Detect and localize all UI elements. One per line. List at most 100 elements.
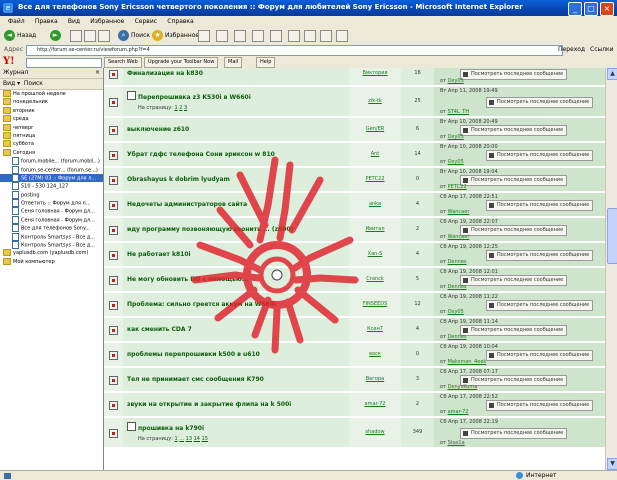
last-post-user-link[interactable]: Oxy05 [448,78,464,84]
sidebar-close-icon[interactable]: × [95,68,100,78]
sidebar-item-folder[interactable]: На прошлой неделе [0,90,103,98]
topic-title-link[interactable]: Не работает k810i [127,251,191,258]
sidebar-item-page[interactable]: Ответить :: Форум для л... [0,199,103,208]
sidebar-item-folder[interactable]: пятница [0,131,103,140]
sidebar-item-folder[interactable]: yaplusdb.com (yaplusdb.com) [0,249,103,257]
back-button[interactable]: ◄ Назад [4,29,36,42]
sidebar-item-page[interactable]: Контроль Smartsys - Все д... [0,241,103,250]
yahoo-search-web-button[interactable]: Search Web [104,57,142,68]
topic-author-link[interactable]: Ant [349,151,401,157]
sidebar-search-button[interactable]: Поиск [24,80,43,87]
sidebar-item-page[interactable]: posting [0,190,103,199]
sidebar-item-folder[interactable]: среда [0,115,103,123]
yahoo-upgrade-button[interactable]: Upgrade your Toolbar Now [144,57,219,68]
view-last-post-button[interactable]: Посмотреть последнее сообщение [460,325,568,336]
vertical-scrollbar[interactable]: ▲ ▼ [605,68,617,470]
topic-title-link[interactable]: Не могу обновить ПО с помощью... [127,276,249,283]
topic-author-link[interactable]: Gen/ER [349,126,401,132]
view-last-post-button[interactable]: Посмотреть последнее сообщение [486,200,594,211]
view-last-post-button[interactable]: Посмотреть последнее сообщение [486,150,594,161]
home-icon[interactable] [98,30,110,42]
discuss-icon[interactable] [270,30,282,42]
view-last-post-button[interactable]: Посмотреть последнее сообщение [460,275,568,286]
topic-title-link[interactable]: Недочеты администраторов сайта [127,201,247,208]
search-button[interactable]: ⌕ Поиск [118,29,150,42]
refresh-icon[interactable] [84,30,96,42]
view-last-post-button[interactable]: Посмотреть последнее сообщение [460,225,568,236]
menu-help[interactable]: Справка [167,16,193,27]
page-link[interactable]: 2 [179,105,182,111]
view-last-post-button[interactable]: Посмотреть последнее сообщение [460,175,568,186]
menu-file[interactable]: Файл [8,16,25,27]
yahoo-search-input[interactable] [26,58,102,68]
links-button[interactable]: Ссылки [590,45,614,55]
sidebar-item-folder[interactable]: Сегодня [0,148,103,157]
stop-icon[interactable] [70,30,82,42]
menu-edit[interactable]: Правка [35,16,58,27]
toolbar-extra-icon-1[interactable] [320,30,332,42]
sidebar-item-page[interactable]: Все для телефонов Sony... [0,224,103,233]
sidebar-item-page[interactable]: forum.mobile... (forum.mobil...) [0,157,103,166]
topic-author-link[interactable]: shadow [349,429,401,435]
sidebar-item-page[interactable]: SE (27M) 03 :: Форум для л... [0,173,103,183]
scroll-thumb[interactable] [607,208,617,264]
topic-author-link[interactable]: РЕТС22 [349,176,401,182]
topic-title-link[interactable]: как сменить CDA 7 [127,326,192,333]
view-last-post-button[interactable]: Посмотреть последнее сообщение [486,400,594,411]
last-post-user-link[interactable]: ST4L_TH [448,109,470,115]
yahoo-logo[interactable]: Y! [3,56,15,68]
topic-title-link[interactable]: Перепрошивка z3 K530i в W660i [138,94,251,101]
last-post-user-link[interactable]: Dennes [448,334,467,340]
last-post-user-link[interactable]: amar-72 [448,409,469,415]
topic-author-link[interactable]: Cranck [349,276,401,282]
view-last-post-button[interactable]: Посмотреть последнее сообщение [460,428,568,439]
topic-author-link[interactable]: zik-tk [349,98,401,104]
sidebar-item-page[interactable]: forum.se-center... (forum.se...) [0,165,103,174]
page-link[interactable]: ... [179,436,184,442]
mail-icon[interactable] [216,30,228,42]
yahoo-help-button[interactable]: Help [256,57,276,68]
topic-title-link[interactable]: Финализация на k830 [127,70,203,77]
print-icon[interactable] [234,30,246,42]
view-last-post-button[interactable]: Посмотреть последнее сообщение [460,125,568,136]
last-post-user-link[interactable]: РЕТС22 [448,184,467,190]
page-link[interactable]: 14 [194,436,200,442]
last-post-user-link[interactable]: Dennes [448,284,467,290]
last-post-user-link[interactable]: Oxy05 [448,309,464,315]
last-post-user-link[interactable]: Maksman_4eek [448,359,487,365]
topic-author-link[interactable]: amar-72 [349,401,401,407]
page-link[interactable]: 13 [186,436,192,442]
favorites-button[interactable]: ★ Избранное [152,29,199,42]
toolbar-extra-icon-2[interactable] [336,30,348,42]
sidebar-item-page[interactable]: 510 - 530 124_127 [0,182,103,191]
sidebar-item-page[interactable]: Сеня головная - Форум дл... [0,207,103,216]
sidebar-item-page[interactable]: Контроль Smartsys - Все д... [0,232,103,241]
close-button[interactable]: × [600,2,614,16]
last-post-user-link[interactable]: Oxy05 [448,159,464,165]
topic-author-link[interactable]: васк [349,351,401,357]
last-post-user-link[interactable]: Dennes [448,259,467,265]
go-button[interactable]: Переход [558,45,585,55]
view-last-post-button[interactable]: Посмотреть последнее сообщение [486,350,594,361]
maximize-button[interactable]: □ [584,2,598,16]
topic-author-link[interactable]: Ксен7 [349,326,401,332]
view-last-post-button[interactable]: Посмотреть последнее сообщение [486,97,594,108]
sidebar-item-folder[interactable]: понедельник [0,98,103,106]
topic-author-link[interactable]: Вегора [349,376,401,382]
topic-title-link[interactable]: Obrashayus k dobrim lyudyam [127,176,230,183]
sidebar-view-button[interactable]: Вид [3,80,15,87]
topic-title-link[interactable]: Убрат гдфс телефона Сони эриксон w 810 [127,151,275,158]
topic-title-link[interactable]: проблемы перепрошивки k500 в u610 [127,351,260,358]
view-last-post-button[interactable]: Посмотреть последнее сообщение [486,300,594,311]
scroll-down-icon[interactable]: ▼ [607,458,617,470]
topic-author-link[interactable]: Xan-S [349,251,401,257]
last-post-user-link[interactable]: Wancaer [448,209,470,215]
topic-title-link[interactable]: Тел не принимает смс сообщения K790 [127,376,264,383]
page-link[interactable]: 1 [174,105,177,111]
topic-title-link[interactable]: прошивка на k790i [138,425,204,432]
research-icon[interactable] [304,30,316,42]
view-last-post-button[interactable]: Посмотреть последнее сообщение [486,250,594,261]
topic-title-link[interactable]: Проблема: сильно греется аккум на W580i [127,301,276,308]
messenger-icon[interactable] [288,30,300,42]
scroll-up-icon[interactable]: ▲ [607,68,617,80]
